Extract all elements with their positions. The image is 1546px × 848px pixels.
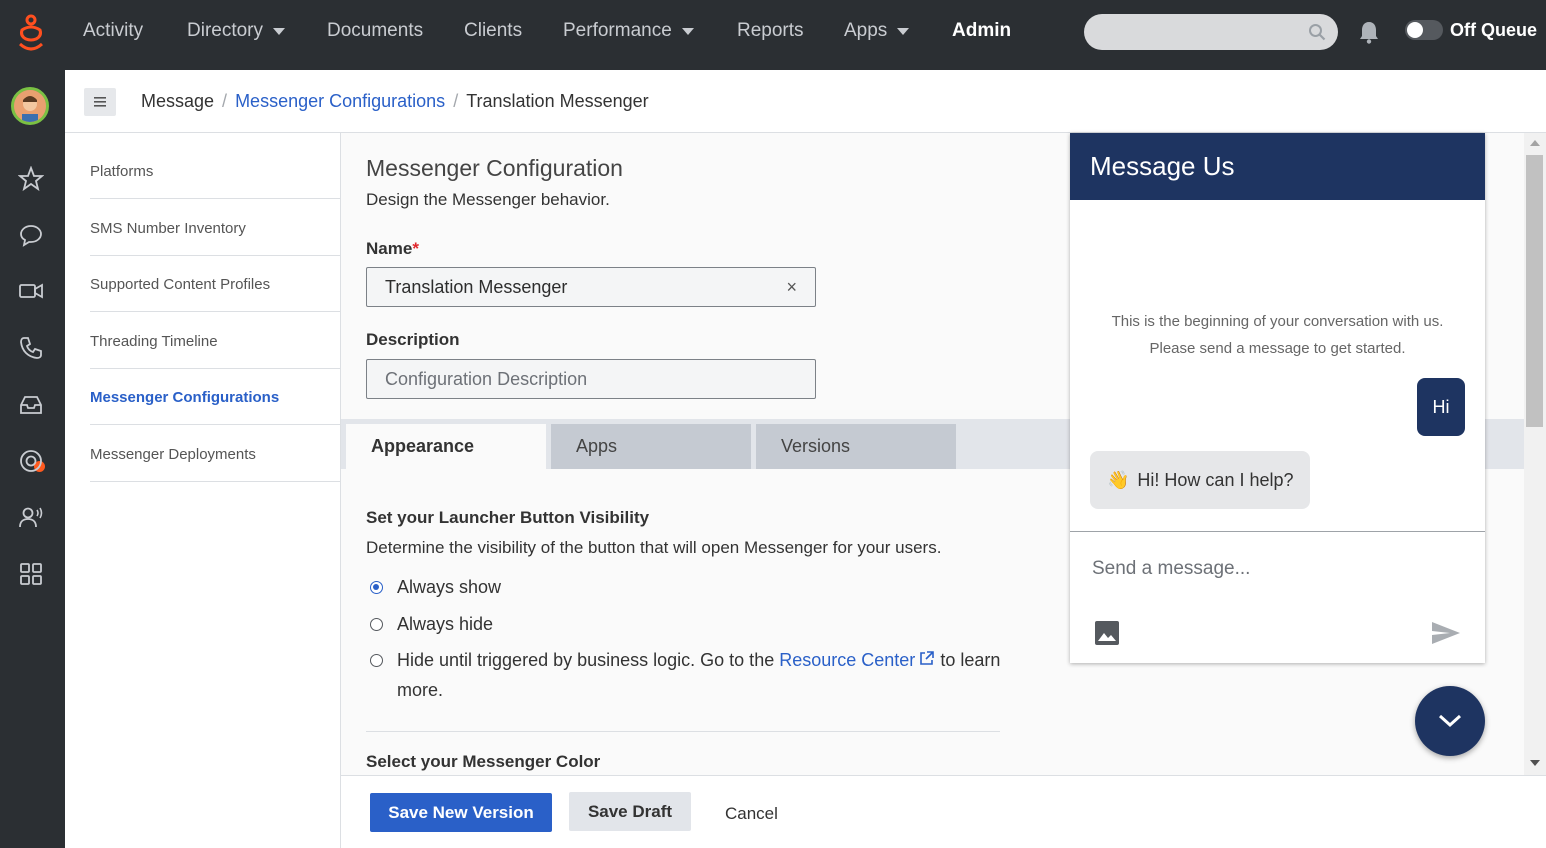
sidebar-item-threading-timeline[interactable]: Threading Timeline — [90, 312, 341, 369]
notifications-bell-icon[interactable] — [1358, 20, 1380, 44]
waving-hand-icon: 👋 — [1107, 469, 1130, 490]
nav-apps[interactable]: Apps — [844, 20, 910, 42]
top-navigation: Activity Directory Documents Clients Per… — [0, 0, 1546, 70]
support-icon[interactable] — [18, 448, 44, 474]
save-draft-button[interactable]: Save Draft — [569, 792, 691, 831]
save-new-version-button[interactable]: Save New Version — [370, 793, 552, 832]
send-icon[interactable] — [1430, 620, 1462, 646]
settings-sidebar: Platforms SMS Number Inventory Supported… — [65, 133, 341, 848]
nav-documents[interactable]: Documents — [327, 20, 423, 42]
messenger-preview: Message Us This is the beginning of your… — [1070, 133, 1485, 663]
left-rail — [0, 70, 65, 848]
radio-hide-until-triggered[interactable]: Hide until triggered by business logic. … — [370, 650, 1010, 705]
breadcrumb-separator: / — [453, 91, 459, 111]
clear-icon[interactable]: × — [786, 277, 797, 298]
messenger-header: Message Us — [1070, 133, 1485, 200]
breadcrumb: Message / Messenger Configurations / Tra… — [141, 91, 649, 112]
name-field[interactable]: Translation Messenger × — [366, 267, 816, 307]
message-input[interactable]: Send a message... — [1092, 558, 1250, 580]
breadcrumb-message[interactable]: Message — [141, 91, 214, 112]
sidebar-item-messenger-deployments[interactable]: Messenger Deployments — [90, 425, 341, 482]
messenger-launcher-button[interactable] — [1415, 686, 1485, 756]
name-label: Name* — [366, 239, 419, 258]
avatar[interactable] — [11, 87, 49, 125]
nav-activity[interactable]: Activity — [83, 20, 143, 42]
search-icon[interactable] — [1308, 23, 1326, 41]
caret-down-icon — [897, 27, 910, 35]
radio-button[interactable] — [370, 654, 383, 667]
launcher-section-title: Set your Launcher Button Visibility — [366, 508, 650, 527]
chevron-down-icon — [1438, 714, 1462, 728]
chat-icon[interactable] — [18, 222, 44, 248]
voice-user-icon[interactable] — [18, 504, 44, 530]
queue-status-label: Off Queue — [1450, 20, 1538, 40]
messenger-intro-text: This is the beginning of your conversati… — [1111, 313, 1444, 357]
genesys-logo-icon[interactable] — [16, 14, 46, 54]
nav-reports[interactable]: Reports — [737, 20, 804, 42]
nav-admin[interactable]: Admin — [952, 20, 1011, 42]
favorites-icon[interactable] — [17, 165, 45, 192]
scroll-up-arrow-icon[interactable] — [1530, 140, 1540, 146]
apps-grid-icon[interactable] — [18, 561, 44, 587]
sidebar-item-sms-number-inventory[interactable]: SMS Number Inventory — [90, 199, 341, 256]
tab-apps[interactable]: Apps — [551, 424, 751, 469]
scroll-down-arrow-icon[interactable] — [1530, 760, 1540, 766]
sidebar-item-platforms[interactable]: Platforms — [90, 142, 341, 199]
queue-toggle[interactable] — [1405, 20, 1443, 40]
tab-versions[interactable]: Versions — [756, 424, 956, 469]
radio-button-selected[interactable] — [370, 581, 383, 594]
page-subtitle: Design the Messenger behavior. — [366, 190, 610, 209]
bot-message-bubble: 👋 Hi! How can I help? — [1090, 451, 1310, 509]
caret-down-icon — [273, 27, 286, 35]
description-label: Description — [366, 330, 460, 349]
breadcrumb-bar: Message / Messenger Configurations / Tra… — [65, 70, 1546, 133]
cancel-button[interactable]: Cancel — [725, 804, 778, 824]
page-title: Messenger Configuration — [366, 155, 623, 181]
action-footer: Save New Version Save Draft Cancel — [341, 775, 1546, 848]
menu-toggle-button[interactable] — [84, 88, 116, 116]
required-marker: * — [412, 239, 419, 258]
search-input[interactable] — [1084, 14, 1338, 50]
inbox-icon[interactable] — [18, 391, 44, 417]
nav-directory[interactable]: Directory — [187, 20, 286, 42]
radio-always-show[interactable]: Always show — [370, 577, 501, 598]
toggle-knob — [1407, 22, 1423, 38]
page-scrollbar[interactable] — [1524, 133, 1546, 775]
message-composer: Send a message... — [1070, 531, 1485, 663]
video-icon[interactable] — [18, 278, 44, 304]
user-avatar-icon — [14, 90, 46, 122]
section-divider — [366, 731, 1000, 732]
scrollbar-thumb[interactable] — [1526, 155, 1543, 427]
breadcrumb-separator: / — [222, 91, 228, 111]
user-message-bubble: Hi — [1417, 378, 1465, 436]
sidebar-item-supported-content-profiles[interactable]: Supported Content Profiles — [90, 255, 341, 312]
color-section-title: Select your Messenger Color — [366, 752, 601, 771]
hamburger-icon — [94, 97, 106, 107]
radio-button[interactable] — [370, 618, 383, 631]
description-placeholder: Configuration Description — [385, 368, 588, 389]
name-field-value: Translation Messenger — [385, 276, 568, 297]
resource-center-link[interactable]: Resource Center — [779, 650, 935, 670]
image-attach-icon[interactable] — [1094, 620, 1120, 646]
nav-clients[interactable]: Clients — [464, 20, 522, 42]
radio-always-hide[interactable]: Always hide — [370, 614, 493, 635]
description-field[interactable]: Configuration Description — [366, 359, 816, 399]
breadcrumb-messenger-configurations[interactable]: Messenger Configurations — [235, 91, 445, 112]
nav-performance[interactable]: Performance — [563, 20, 694, 42]
sidebar-item-messenger-configurations[interactable]: Messenger Configurations — [90, 368, 341, 425]
launcher-section-description: Determine the visibility of the button t… — [366, 538, 942, 557]
tab-appearance[interactable]: Appearance — [346, 424, 546, 469]
caret-down-icon — [681, 27, 694, 35]
phone-icon[interactable] — [18, 335, 44, 361]
external-link-icon — [920, 651, 935, 665]
breadcrumb-current: Translation Messenger — [466, 91, 649, 111]
